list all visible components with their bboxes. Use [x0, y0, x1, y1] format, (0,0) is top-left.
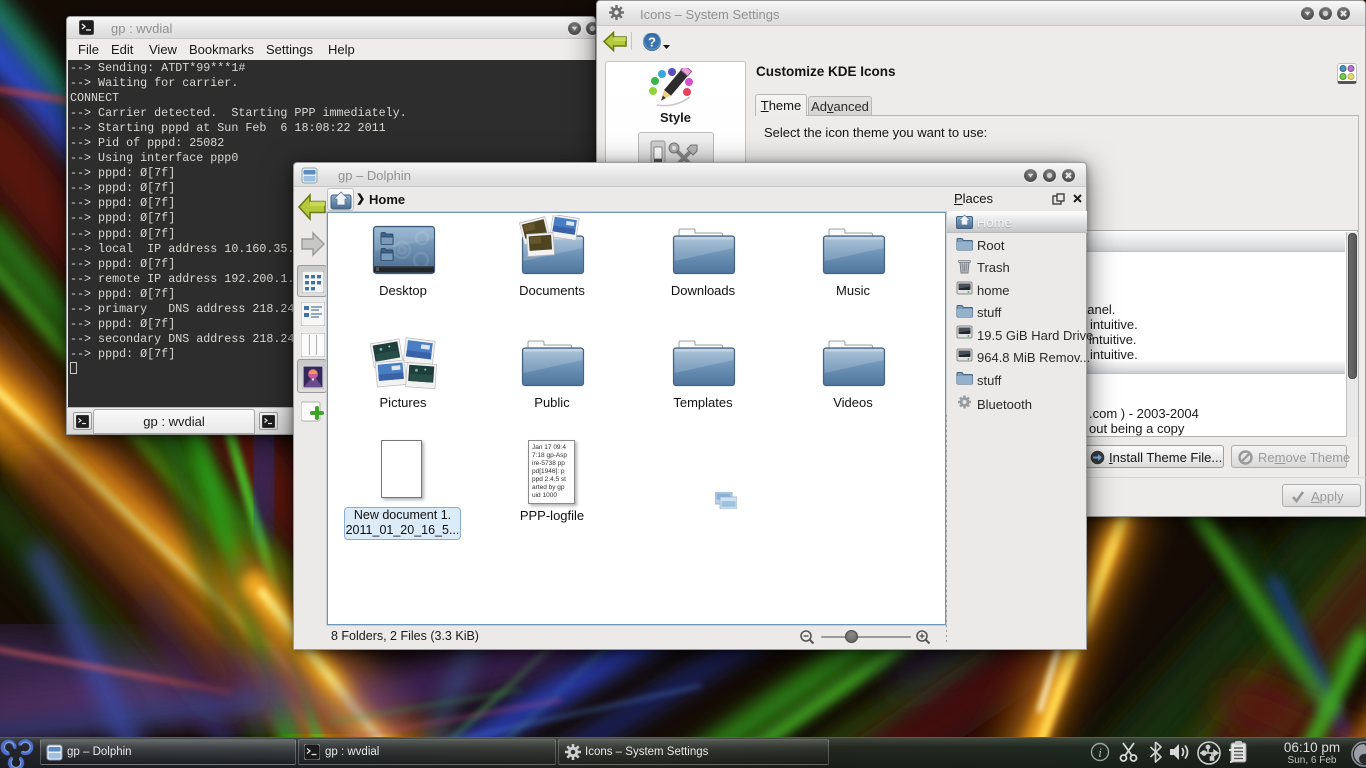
svg-text:i: i — [1098, 745, 1102, 760]
svg-text:?: ? — [648, 35, 656, 50]
